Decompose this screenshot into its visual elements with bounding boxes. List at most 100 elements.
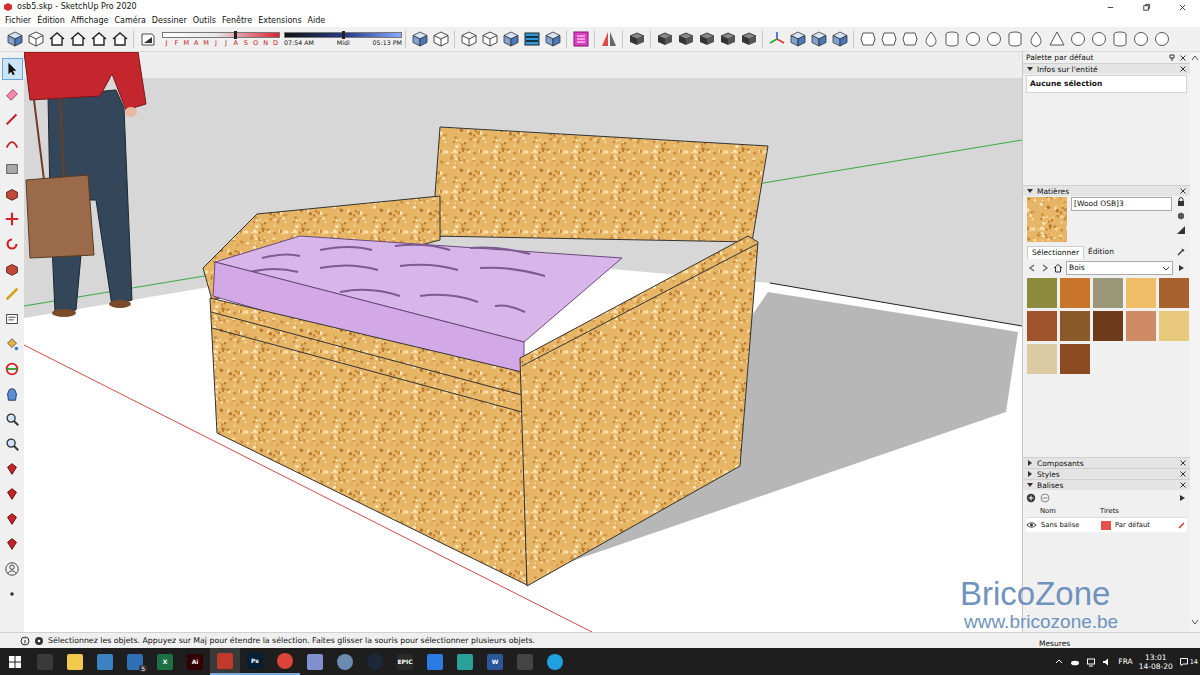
notification-center[interactable]: 14 (1179, 657, 1198, 667)
toolbar-button[interactable] (521, 29, 542, 50)
toolbar-button[interactable] (766, 29, 787, 50)
eye-icon[interactable] (1026, 521, 1037, 529)
taskbar-app[interactable] (90, 648, 120, 675)
taskbar-app[interactable] (510, 648, 540, 675)
tool-button[interactable] (2, 83, 23, 105)
measurements-box[interactable]: Mesures (1036, 633, 1196, 648)
menu-item[interactable]: Dessiner (149, 15, 190, 26)
cloud-icon[interactable] (1070, 657, 1080, 667)
toolbar-button[interactable] (1151, 29, 1172, 50)
taskbar-app[interactable] (330, 648, 360, 675)
input-language[interactable]: FRA (1118, 657, 1132, 666)
taskbar-app[interactable] (210, 648, 240, 675)
tool-button[interactable] (2, 558, 23, 580)
toolbar-button[interactable] (920, 29, 941, 50)
tool-button[interactable] (2, 358, 23, 380)
taskbar-app[interactable] (60, 648, 90, 675)
toolbar-button[interactable] (4, 29, 25, 50)
menu-item[interactable]: Aide (305, 15, 329, 26)
tool-button[interactable] (2, 583, 23, 605)
tool-button[interactable] (2, 433, 23, 455)
back-icon[interactable] (1027, 263, 1037, 273)
material-swatch[interactable] (1159, 311, 1189, 341)
material-swatch[interactable] (1093, 278, 1123, 308)
taskbar-app[interactable] (420, 648, 450, 675)
material-swatch[interactable] (1159, 278, 1189, 308)
taskbar-app[interactable] (360, 648, 390, 675)
toolbar-button[interactable] (983, 29, 1004, 50)
taskbar-app[interactable]: Ai (180, 648, 210, 675)
toolbar-button[interactable] (962, 29, 983, 50)
menu-item[interactable]: Fenêtre (219, 15, 255, 26)
tool-button[interactable] (2, 308, 23, 330)
tool-button[interactable] (2, 258, 23, 280)
tool-button[interactable] (2, 133, 23, 155)
time-slider[interactable]: 07:54 AMMidi05:13 PM (284, 32, 402, 47)
pin-icon[interactable] (1168, 54, 1176, 62)
column-header[interactable]: Tirets (1100, 507, 1119, 515)
model-viewport[interactable] (24, 52, 1022, 632)
network-icon[interactable] (1086, 657, 1096, 667)
date-slider[interactable]: JFMAMJJASOND (162, 32, 280, 47)
details-arrow-icon[interactable] (1176, 263, 1186, 273)
sofa-base-front[interactable] (210, 298, 527, 585)
toolbar-button[interactable] (500, 29, 521, 50)
toolbar-button[interactable] (409, 29, 430, 50)
tool-button[interactable] (2, 333, 23, 355)
details-arrow-icon[interactable] (1177, 493, 1187, 503)
menu-item[interactable]: Fichier (2, 15, 34, 26)
material-swatch[interactable] (1093, 311, 1123, 341)
toolbar-button[interactable] (787, 29, 808, 50)
toolbar-button[interactable] (878, 29, 899, 50)
tool-button[interactable] (2, 408, 23, 430)
close-icon[interactable] (1179, 187, 1187, 195)
material-swatch[interactable] (1027, 344, 1057, 374)
tray-scrollbar[interactable] (1190, 52, 1200, 632)
help-icon[interactable] (34, 636, 44, 646)
tag-row[interactable]: Sans balisePar défaut (1026, 518, 1187, 532)
material-swatch[interactable] (1027, 311, 1057, 341)
tag-color[interactable] (1101, 521, 1111, 530)
info-icon[interactable] (20, 636, 30, 646)
home-icon[interactable] (1053, 263, 1063, 273)
date-slider-thumb[interactable] (234, 31, 237, 39)
tool-button[interactable] (2, 233, 23, 255)
close-icon[interactable] (1179, 470, 1187, 478)
menu-item[interactable]: Édition (34, 15, 68, 26)
column-header[interactable]: Nom (1040, 507, 1100, 515)
eyedropper-icon[interactable] (1176, 247, 1186, 257)
tool-button[interactable] (2, 108, 23, 130)
toolbar-button[interactable] (829, 29, 850, 50)
toolbar-button[interactable] (1025, 29, 1046, 50)
toolbar-button[interactable] (430, 29, 451, 50)
model-scene[interactable] (24, 52, 1022, 632)
toolbar-button[interactable] (1130, 29, 1151, 50)
tool-button[interactable] (2, 158, 23, 180)
start-button[interactable] (0, 648, 30, 675)
toolbar-button[interactable] (109, 29, 130, 50)
toolbar-button[interactable] (1046, 29, 1067, 50)
close-icon[interactable] (1179, 459, 1187, 467)
materials-tab[interactable]: Édition (1084, 246, 1118, 258)
tool-button[interactable] (2, 183, 23, 205)
material-swatch[interactable] (1027, 278, 1057, 308)
lock-icon[interactable] (1176, 197, 1186, 207)
create-material-icon[interactable] (1176, 211, 1186, 221)
add-tag-icon[interactable] (1026, 493, 1036, 503)
toolbar-button[interactable] (542, 29, 563, 50)
scroll-up-icon[interactable] (1191, 54, 1199, 62)
taskbar-app[interactable]: Ps (240, 648, 270, 675)
taskbar-app[interactable]: EPIC (390, 648, 420, 675)
taskbar-app[interactable] (300, 648, 330, 675)
sample-paint-icon[interactable] (1176, 225, 1186, 235)
toolbar-button[interactable] (598, 29, 619, 50)
material-name-field[interactable]: [Wood OSB]3 (1071, 197, 1172, 211)
tool-button[interactable] (2, 458, 23, 480)
forward-icon[interactable] (1040, 263, 1050, 273)
close-button[interactable] (1164, 0, 1200, 14)
menu-item[interactable]: Affichage (68, 15, 112, 26)
taskbar-app[interactable] (30, 648, 60, 675)
toolbar-button[interactable] (1109, 29, 1130, 50)
close-icon[interactable] (1179, 481, 1187, 489)
minimize-button[interactable] (1092, 0, 1128, 14)
